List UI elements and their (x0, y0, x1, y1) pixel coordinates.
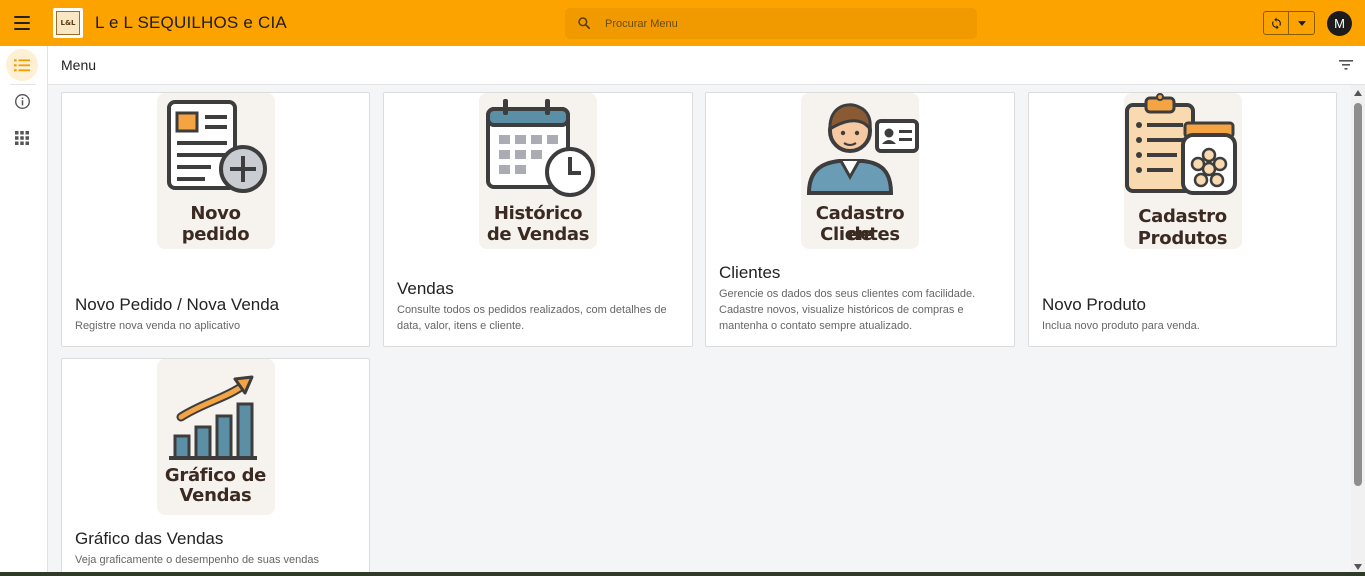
clientes-caption-2: Clientes (820, 224, 900, 245)
navigation-rail (0, 46, 48, 576)
page-header: Menu (48, 46, 1365, 85)
menu-card-grafico-vendas[interactable]: Gráfico de Vendas Gráfico das Vendas Vej… (61, 358, 370, 576)
card-title: Clientes (719, 263, 781, 282)
list-icon (14, 58, 30, 71)
top-app-bar: L&L L e L SEQUILHOS e CIA M (0, 0, 1365, 46)
card-description: Consulte todos os pedidos realizados, co… (397, 304, 667, 332)
user-avatar[interactable]: M (1327, 11, 1352, 36)
novo-pedido-caption-1: Novo (190, 203, 241, 224)
card-description: Inclua novo produto para venda. (1042, 320, 1200, 332)
cadastro-clientes-illustration: Cadastro de Clientes (801, 93, 919, 249)
rail-item-info[interactable] (6, 85, 38, 117)
info-icon (14, 93, 30, 109)
produtos-caption-1: Cadastro (1138, 206, 1227, 227)
card-description: Gerencie os dados dos seus clientes com … (719, 288, 976, 332)
rail-item-apps[interactable] (6, 122, 38, 154)
menu-grid: Novo pedido Novo Pedido / Nova Venda Reg… (48, 85, 1351, 576)
sync-button[interactable] (1264, 12, 1289, 34)
page-title: Menu (61, 57, 97, 73)
produtos-caption-2: Produtos (1137, 228, 1228, 249)
sync-icon (1271, 17, 1281, 29)
menu-card-clientes[interactable]: Cadastro de Clientes Clientes Gerencie o… (705, 92, 1015, 347)
logo-text: L&L (56, 11, 80, 35)
grafico-caption-1: Gráfico de (164, 465, 267, 486)
novo-pedido-caption-2: pedido (181, 224, 250, 245)
card-title: Novo Pedido / Nova Venda (75, 295, 280, 314)
card-title: Gráfico das Vendas (75, 529, 224, 548)
menu-card-novo-produto[interactable]: Cadastro Produtos Novo Produto Inclua no… (1028, 92, 1337, 347)
card-description: Veja graficamente o desempenho de suas v… (75, 554, 319, 566)
card-description: Registre nova venda no aplicativo (75, 320, 241, 332)
sync-dropdown-button[interactable] (1289, 12, 1314, 34)
search-box[interactable] (565, 8, 977, 39)
hamburger-menu-icon[interactable] (12, 13, 32, 33)
historico-caption-1: Histórico (493, 203, 583, 224)
grafico-vendas-illustration: Gráfico de Vendas (156, 359, 275, 515)
search-icon (578, 17, 591, 30)
search-input[interactable] (605, 14, 965, 34)
historico-vendas-illustration: Histórico de Vendas (479, 93, 597, 249)
app-logo: L&L (53, 8, 83, 38)
caret-down-icon (1297, 20, 1306, 26)
bottom-edge-strip (0, 572, 1365, 576)
novo-pedido-illustration: Novo pedido (156, 93, 275, 249)
app-title: L e L SEQUILHOS e CIA (95, 13, 287, 32)
vertical-scrollbar[interactable] (1351, 85, 1365, 576)
apps-grid-icon (15, 131, 29, 145)
scroll-thumb[interactable] (1354, 103, 1362, 486)
historico-caption-2: de Vendas (486, 224, 590, 245)
sync-split-button[interactable] (1263, 11, 1315, 35)
filter-icon[interactable] (1339, 59, 1353, 71)
scroll-down-arrow-icon[interactable] (1354, 564, 1362, 570)
menu-card-novo-pedido[interactable]: Novo pedido Novo Pedido / Nova Venda Reg… (61, 92, 370, 347)
card-title: Vendas (397, 279, 454, 298)
card-title: Novo Produto (1042, 295, 1146, 314)
cadastro-produtos-illustration: Cadastro Produtos (1123, 93, 1242, 249)
grafico-caption-2: Vendas (179, 485, 252, 506)
rail-item-menu[interactable] (6, 49, 38, 81)
scroll-up-arrow-icon[interactable] (1354, 90, 1362, 96)
menu-card-vendas[interactable]: Histórico de Vendas Vendas Consulte todo… (383, 92, 693, 347)
